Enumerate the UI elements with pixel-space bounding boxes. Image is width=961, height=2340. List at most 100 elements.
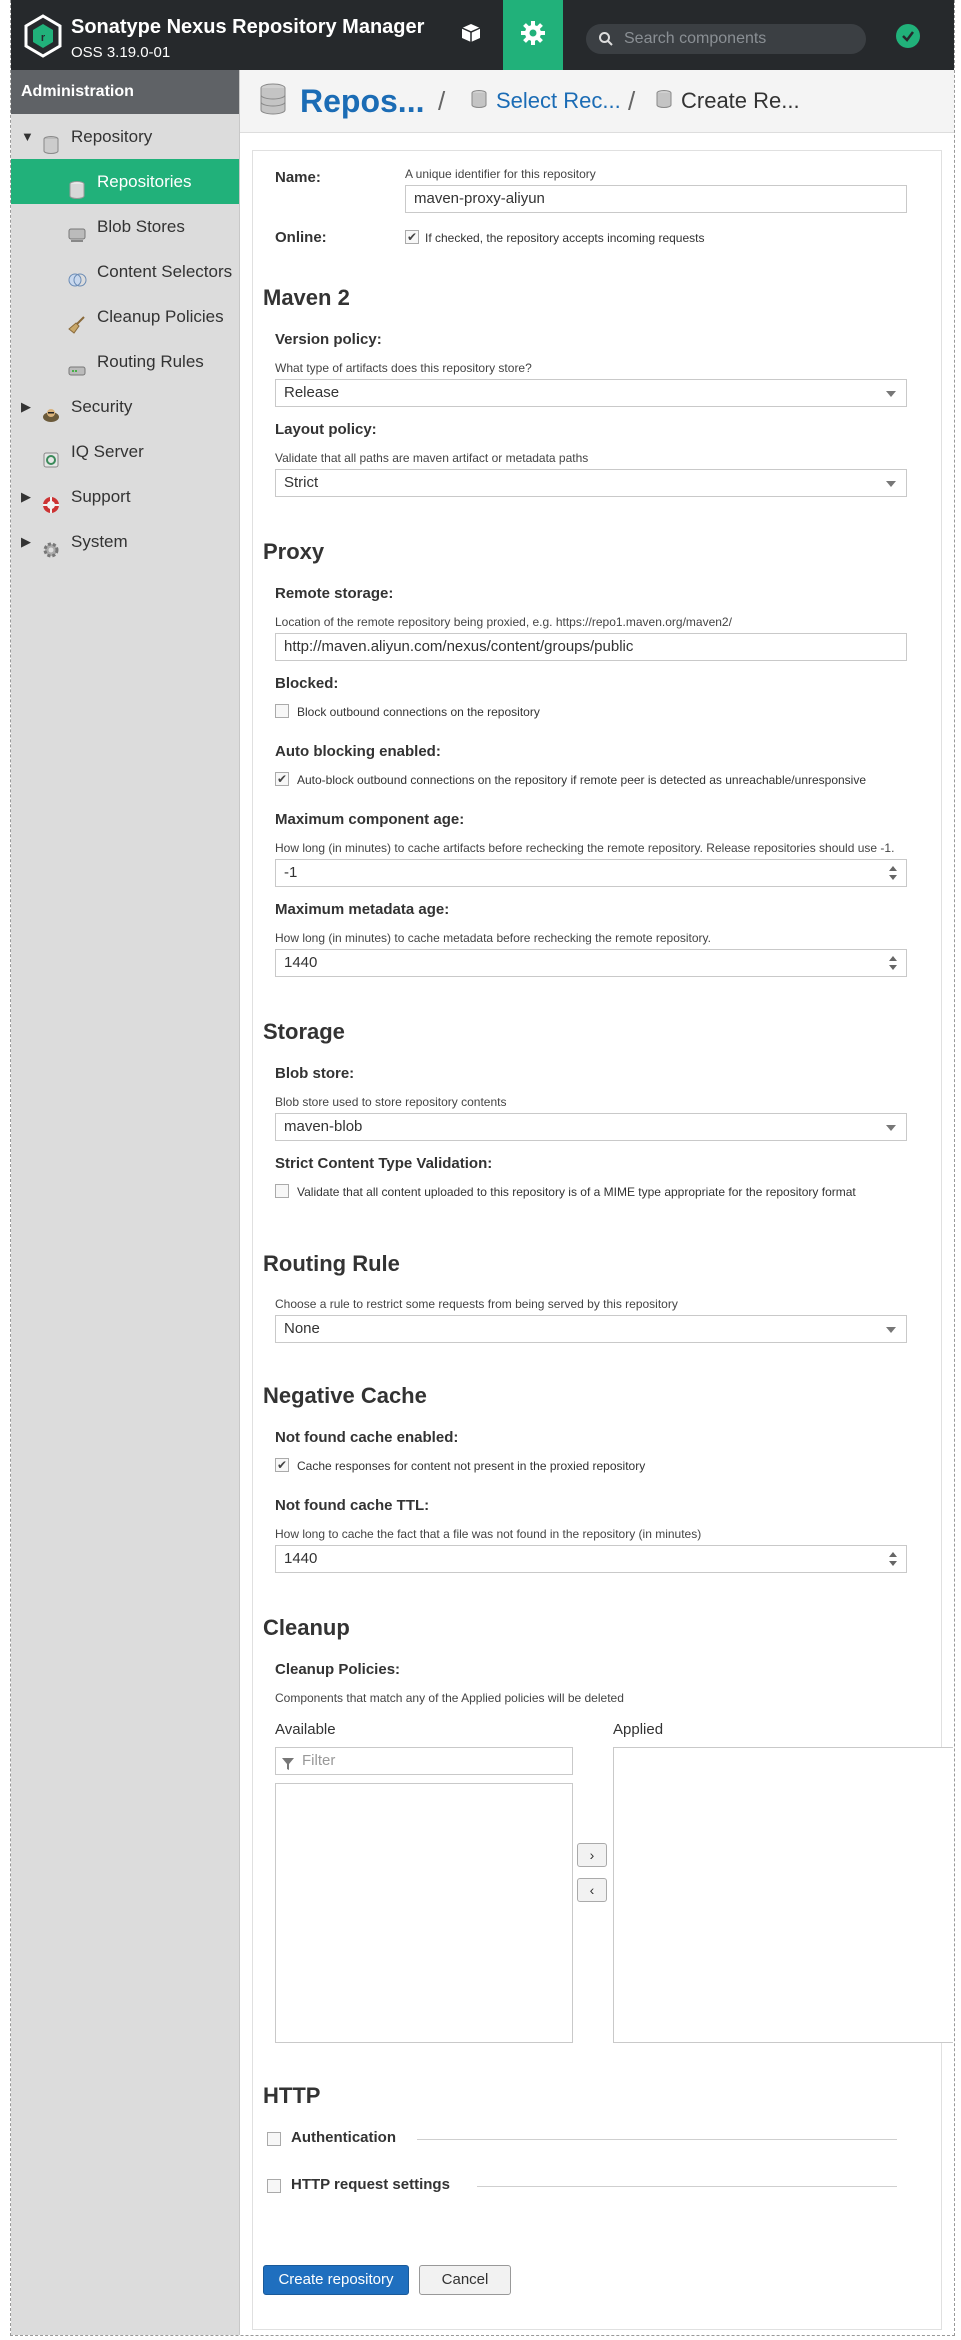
sidebar-item-iq-server[interactable]: IQ Server (11, 429, 239, 474)
sidebar-item-system[interactable]: ▶ System (11, 519, 239, 564)
sidebar-item-label: Security (71, 397, 133, 416)
version-policy-select[interactable]: Release (275, 379, 907, 407)
routing-section-title: Routing Rule (263, 1251, 400, 1276)
applied-policies-list[interactable] (613, 1747, 953, 2043)
app-window: r Sonatype Nexus Repository Manager OSS … (10, 0, 955, 2336)
auto-blocking-label: Auto blocking enabled: (275, 743, 441, 760)
spinner-arrows-icon[interactable] (888, 953, 898, 973)
gear-icon (520, 20, 546, 51)
auto-blocking-checkbox[interactable]: ✔ (275, 772, 289, 786)
move-left-button[interactable]: ‹ (577, 1878, 607, 1902)
blob-store-label: Blob store: (275, 1065, 355, 1082)
applied-label: Applied (613, 1721, 664, 1738)
storage-section-title: Storage (263, 1019, 345, 1044)
authentication-checkbox[interactable] (267, 2132, 281, 2146)
cleanup-filter-input[interactable]: Filter (275, 1747, 573, 1775)
database-icon (67, 172, 87, 199)
router-icon (67, 352, 87, 376)
filter-placeholder: Filter (302, 1752, 336, 1769)
breadcrumb-repositories[interactable]: Repos... (258, 70, 424, 132)
not-found-ttl-value: 1440 (284, 1550, 318, 1567)
available-label: Available (275, 1721, 336, 1738)
sidebar-item-security[interactable]: ▶ Security (11, 384, 239, 429)
layout-policy-label: Layout policy: (275, 421, 377, 438)
not-found-ttl-help: How long to cache the fact that a file w… (275, 1527, 702, 1541)
database-icon (470, 89, 488, 114)
breadcrumb-separator: / (438, 86, 446, 116)
spinner-arrows-icon[interactable] (888, 863, 898, 883)
sidebar-item-repositories[interactable]: Repositories (11, 159, 239, 204)
sidebar-item-label: Support (71, 487, 131, 506)
online-label: Online: (275, 229, 327, 246)
sidebar-item-blob-stores[interactable]: Blob Stores (11, 204, 239, 249)
svg-text:r: r (41, 32, 46, 44)
strict-content-checkbox[interactable] (275, 1184, 289, 1198)
not-found-cache-label: Not found cache enabled: (275, 1429, 459, 1446)
search-input[interactable] (622, 29, 856, 49)
sidebar-item-content-selectors[interactable]: Content Selectors (11, 249, 239, 294)
online-checkbox[interactable]: ✔ (405, 230, 419, 244)
sidebar-item-cleanup-policies[interactable]: Cleanup Policies (11, 294, 239, 339)
max-component-age-value: -1 (284, 864, 298, 881)
collapsed-triangle-icon[interactable]: ▶ (21, 519, 31, 564)
sidebar-item-label: Cleanup Policies (97, 307, 224, 326)
collapsed-triangle-icon[interactable]: ▶ (21, 474, 31, 519)
not-found-ttl-input[interactable]: 1440 (275, 1545, 907, 1573)
blob-store-select[interactable]: maven-blob (275, 1113, 907, 1141)
max-metadata-age-value: 1440 (284, 954, 318, 971)
collapsed-triangle-icon[interactable]: ▶ (21, 384, 31, 429)
main-content: Repos... / Select Rec... / Create Re... … (240, 70, 954, 2335)
breadcrumb-select-recipe[interactable]: Select Rec... (470, 70, 621, 132)
top-header: r Sonatype Nexus Repository Manager OSS … (11, 0, 954, 70)
max-component-age-label: Maximum component age: (275, 811, 465, 828)
administration-button[interactable] (503, 0, 563, 70)
name-help: A unique identifier for this repository (405, 167, 596, 181)
blocked-checkbox[interactable] (275, 704, 289, 718)
max-metadata-age-help: How long (in minutes) to cache metadata … (275, 931, 711, 945)
sidebar-item-label: Repositories (97, 172, 192, 191)
drive-icon (67, 217, 87, 242)
name-input[interactable]: maven-proxy-aliyun (405, 185, 907, 213)
routing-rule-select[interactable]: None (275, 1315, 907, 1343)
move-right-button[interactable]: › (577, 1843, 607, 1867)
expanded-triangle-icon[interactable]: ▼ (21, 114, 34, 159)
blocked-checkbox-label: Block outbound connections on the reposi… (297, 705, 540, 719)
remote-storage-input[interactable]: http://maven.aliyun.com/nexus/content/gr… (275, 633, 907, 661)
not-found-cache-checkbox[interactable]: ✔ (275, 1458, 289, 1472)
available-policies-list[interactable] (275, 1783, 573, 2043)
sidebar-item-label: Repository (71, 127, 153, 146)
sidebar-item-label: Content Selectors (97, 262, 233, 281)
max-metadata-age-label: Maximum metadata age: (275, 901, 450, 918)
version-policy-help: What type of artifacts does this reposit… (275, 361, 532, 375)
name-label: Name: (275, 169, 321, 186)
database-icon (41, 127, 61, 154)
sidebar-item-repository[interactable]: ▼ Repository (11, 114, 239, 159)
sidebar-item-label: Routing Rules (97, 352, 204, 371)
search-icon (598, 31, 614, 52)
broom-icon (67, 307, 87, 334)
browse-button[interactable] (441, 0, 501, 70)
create-repository-button[interactable]: Create repository (263, 2265, 409, 2295)
layout-policy-select[interactable]: Strict (275, 469, 907, 497)
filter-icon (282, 1754, 294, 1780)
spinner-arrows-icon[interactable] (888, 1549, 898, 1569)
negative-cache-section-title: Negative Cache (263, 1383, 427, 1408)
http-request-settings-checkbox[interactable] (267, 2179, 281, 2193)
sidebar-item-routing-rules[interactable]: Routing Rules (11, 339, 239, 384)
proxy-section-title: Proxy (263, 539, 325, 564)
breadcrumb-root-label[interactable]: Repos... (300, 83, 424, 120)
http-request-settings-fieldset: HTTP request settings (267, 2176, 897, 2196)
breadcrumb-middle-label[interactable]: Select Rec... (496, 88, 621, 114)
system-gear-icon (41, 532, 61, 558)
nexus-logo-icon[interactable]: r (23, 14, 63, 58)
http-section-title: HTTP (263, 2083, 321, 2108)
authentication-fieldset: Authentication (267, 2129, 897, 2149)
sidebar-item-label: IQ Server (71, 442, 144, 461)
max-component-age-input[interactable]: -1 (275, 859, 907, 887)
cancel-button[interactable]: Cancel (419, 2265, 511, 2295)
search-box[interactable] (586, 24, 866, 54)
max-metadata-age-input[interactable]: 1440 (275, 949, 907, 977)
sidebar-item-support[interactable]: ▶ Support (11, 474, 239, 519)
check-circle-icon[interactable] (896, 24, 920, 48)
cleanup-policies-label: Cleanup Policies: (275, 1661, 401, 1678)
